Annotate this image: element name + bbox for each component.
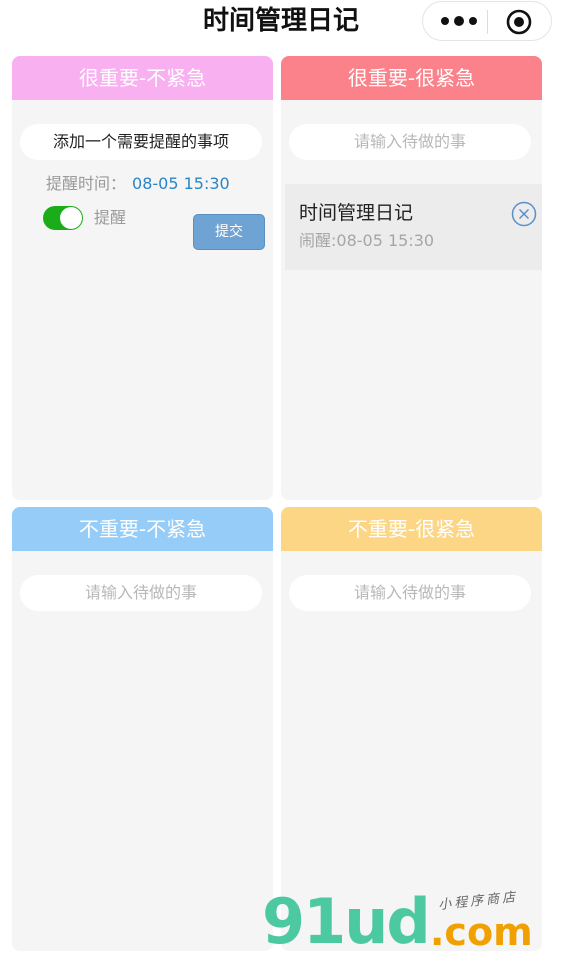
- quadrant-title: 不重要-不紧急: [12, 507, 273, 551]
- quadrant-title: 不重要-很紧急: [281, 507, 542, 551]
- close-circle-icon[interactable]: [511, 201, 537, 227]
- target-icon[interactable]: [505, 8, 533, 36]
- quadrant-title: 很重要-很紧急: [281, 56, 542, 100]
- watermark: 91ud .com 小程序商店: [262, 888, 552, 960]
- todo-input[interactable]: 请输入待做的事: [289, 124, 531, 160]
- more-dots-icon[interactable]: [437, 11, 481, 31]
- submit-button[interactable]: 提交: [193, 214, 265, 250]
- remind-time-value[interactable]: 08-05 15:30: [132, 174, 230, 193]
- toggle-knob: [60, 207, 82, 229]
- remind-time-row[interactable]: 提醒时间： 08-05 15:30: [46, 172, 230, 196]
- remind-time-label: 提醒时间：: [46, 174, 127, 193]
- remind-toggle[interactable]: [43, 206, 83, 230]
- quadrant-important-urgent: 很重要-很紧急 请输入待做的事 时间管理日记 闹醒:08-05 15:30: [281, 56, 542, 500]
- capsule-divider: [487, 10, 488, 34]
- todo-input[interactable]: 请输入待做的事: [289, 575, 531, 611]
- todo-item[interactable]: 时间管理日记 闹醒:08-05 15:30: [285, 184, 542, 270]
- todo-input[interactable]: 请输入待做的事: [20, 575, 262, 611]
- todo-item-alarm: 闹醒:08-05 15:30: [299, 231, 435, 250]
- watermark-domain: .com: [430, 910, 533, 954]
- todo-input[interactable]: 添加一个需要提醒的事项: [20, 124, 262, 160]
- navigation-bar: 时间管理日记: [0, 0, 562, 50]
- remind-toggle-label: 提醒: [94, 208, 127, 227]
- quadrant-title: 很重要-不紧急: [12, 56, 273, 100]
- watermark-logo: 91ud: [262, 885, 431, 958]
- quadrant-important-not-urgent: 很重要-不紧急 添加一个需要提醒的事项 提醒时间： 08-05 15:30 提醒 …: [12, 56, 273, 500]
- quadrant-not-important-not-urgent: 不重要-不紧急 请输入待做的事: [12, 507, 273, 951]
- todo-item-title: 时间管理日记: [299, 202, 414, 224]
- mini-program-capsule: [422, 1, 552, 41]
